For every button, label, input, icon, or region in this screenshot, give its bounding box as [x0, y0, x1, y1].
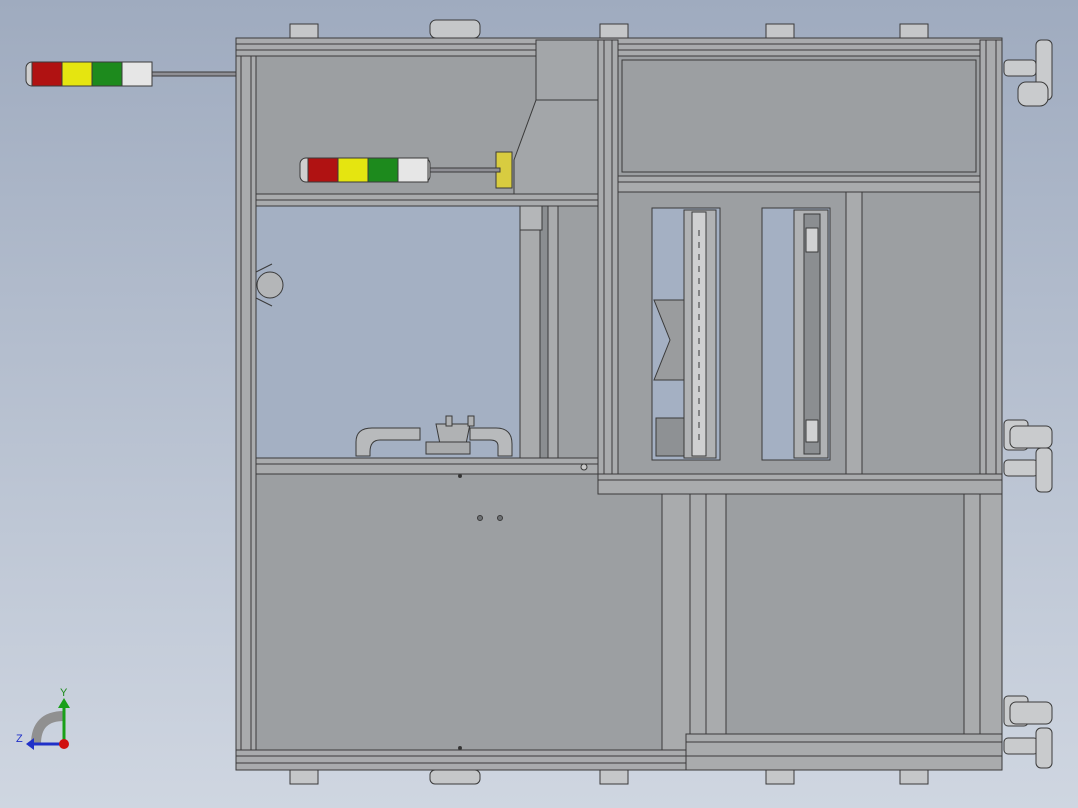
nozzle-block — [435, 423, 471, 445]
middle-frame-rail — [255, 457, 601, 475]
lower-right-base-rail — [685, 733, 1003, 771]
cad-viewport[interactable]: Y Z — [0, 0, 1078, 808]
side-panel-right — [861, 191, 981, 475]
bottom-frame-rail — [235, 749, 687, 771]
left-frame-column — [235, 39, 257, 769]
tower-light-yellow — [61, 61, 93, 87]
tower-arm — [149, 71, 237, 77]
round-fixture — [256, 271, 284, 299]
machine-assembly[interactable] — [235, 19, 1053, 785]
upper-right-rail — [617, 175, 981, 193]
lower-left-panel — [255, 473, 663, 751]
tower-light-white — [397, 157, 429, 183]
tower-light-red — [307, 157, 339, 183]
lower-right-panel — [725, 493, 965, 735]
lower-right-column-b — [689, 493, 727, 751]
lower-right-column-a — [661, 493, 691, 751]
tower-arm — [427, 167, 501, 173]
tower-light-white — [121, 61, 153, 87]
panel-fastener — [497, 515, 503, 521]
tower-light-green — [91, 61, 123, 87]
tower-light-yellow — [337, 157, 369, 183]
tower-light-green — [367, 157, 399, 183]
top-frame-rail — [235, 37, 1003, 57]
upper-right-panel — [617, 55, 981, 177]
triad-origin — [59, 739, 69, 749]
y-axis-label: Y — [60, 687, 68, 699]
tower-light-red — [31, 61, 63, 87]
right-frame-column — [979, 39, 1003, 493]
open-window-left — [255, 205, 521, 459]
right-module-bottom-rail — [597, 473, 1003, 495]
center-frame-column — [597, 39, 619, 493]
z-axis-label: Z — [16, 733, 23, 745]
vertical-slide — [519, 205, 559, 459]
door-divider — [845, 191, 863, 475]
lower-right-column-c — [963, 493, 1003, 751]
panel-fastener — [477, 515, 483, 521]
